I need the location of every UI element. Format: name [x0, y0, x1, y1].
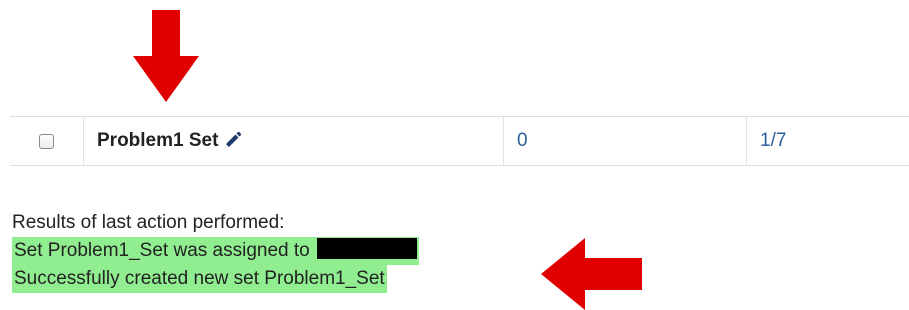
results-panel: Results of last action performed: Set Pr… [12, 209, 420, 293]
count-link[interactable]: 0 [517, 130, 528, 152]
ratio-cell: 1/7 [746, 117, 909, 165]
pencil-icon[interactable] [222, 131, 242, 151]
result-message: Set Problem1_Set was assigned to [12, 237, 420, 265]
red-arrow-down-icon [133, 10, 199, 102]
red-arrow-left-icon [541, 238, 642, 310]
results-messages: Set Problem1_Set was assigned to Success… [12, 237, 420, 293]
result-message-text: Set Problem1_Set was assigned to [14, 240, 310, 261]
page: Problem1 Set 0 1/7 Results of last actio… [0, 0, 909, 310]
redaction-box [317, 238, 418, 259]
results-heading: Results of last action performed: [12, 212, 285, 233]
set-name-text: Problem1 Set [97, 130, 219, 151]
result-message: Successfully created new set Problem1_Se… [12, 265, 387, 293]
result-message-text: Successfully created new set Problem1_Se… [14, 268, 385, 289]
row-checkbox[interactable] [39, 133, 54, 149]
row-select-cell [10, 117, 83, 165]
count-cell: 0 [503, 117, 746, 165]
ratio-link[interactable]: 1/7 [760, 130, 786, 152]
table-row: Problem1 Set 0 1/7 [10, 116, 909, 166]
set-name-cell: Problem1 Set [83, 117, 503, 165]
